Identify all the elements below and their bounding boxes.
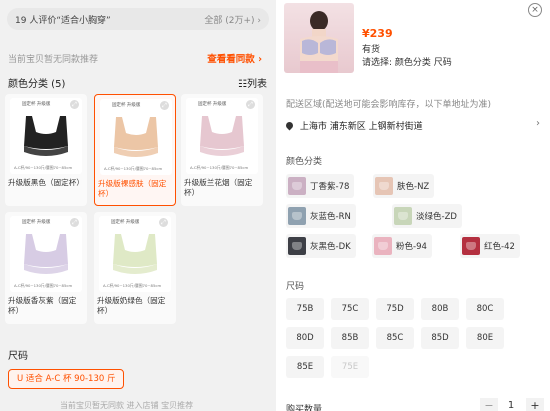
size-section-title: 尺码 (8, 351, 28, 362)
size-option-chip[interactable]: 75D (376, 298, 414, 320)
color-option-title: 颜色分类 (286, 157, 323, 167)
color-section-title: 颜色分类 (5) (8, 79, 66, 90)
color-swatch (288, 207, 306, 225)
size-option-chip[interactable]: 85C (376, 327, 414, 349)
variant-spec: A-C杯/90~130斤/腰围70~85cm (14, 283, 73, 288)
bra-shape (113, 234, 157, 267)
size-option-title: 尺码 (286, 282, 305, 292)
color-option-chip[interactable]: 红色-42 (460, 234, 520, 258)
color-option-label: 丁香紫-78 (310, 182, 350, 192)
review-all-link[interactable]: 全部 (2万+) › (204, 13, 261, 26)
color-swatch (394, 207, 412, 225)
no-recommendation-text: 当前宝贝暂无同款推荐 (8, 55, 99, 65)
variant-card[interactable]: 固定杯 升级版 ⤢ A-C杯/90~130斤/腰围70~85cm 升级版黑色（固定杯） (5, 94, 87, 206)
stock-status: 有货 (362, 45, 381, 55)
variant-card[interactable]: 固定杯 升级版 ⤢ A-C杯/90~130斤/腰围70~85cm 升级版奶绿色（固定杯… (94, 212, 176, 324)
color-swatch (375, 177, 393, 195)
quantity-label: 购买数量 (286, 405, 323, 411)
variant-card[interactable]: 固定杯 升级版 ⤢ A-C杯/90~130斤/腰围70~85cm 升级版裸感肤（固定杯… (94, 94, 176, 206)
bra-shape (114, 117, 158, 150)
color-option-label: 淡绿色-ZD (416, 212, 457, 222)
sku-selector-panel: ¥239 有货 请选择: 颜色分类 尺码 × 配送区域(配送地可能会影响库存，以… (276, 0, 550, 411)
variant-spec: A-C杯/90~130斤/腰围70~85cm (103, 283, 162, 288)
size-option-chip[interactable]: 80E (466, 327, 504, 349)
variant-gallery-panel: 19 人评价“适合小胸穿” 全部 (2万+) › 当前宝贝暂无同款推荐 查看看同… (0, 0, 276, 411)
size-option-chip[interactable]: 75C (331, 298, 369, 320)
bra-shape (24, 116, 68, 149)
size-option-chip[interactable]: 85B (331, 327, 369, 349)
size-option-chip[interactable]: 80B (421, 298, 459, 320)
variant-name: 升级版裸感肤（固定杯） (98, 179, 167, 198)
close-icon[interactable]: × (528, 3, 542, 17)
size-option-selected[interactable]: U 适合 A-C 杯 90-130 斤 (8, 369, 125, 389)
variant-image: 固定杯 升级版 ⤢ A-C杯/90~130斤/腰围70~85cm (186, 98, 258, 174)
color-option-chip[interactable]: 淡绿色-ZD (392, 204, 462, 228)
bottom-hint-text: 当前宝贝暂无同款 进入店铺 宝贝推荐 (60, 401, 194, 410)
size-option-chip[interactable]: 85E (286, 356, 324, 378)
color-option-label: 肤色-NZ (397, 182, 430, 192)
size-option-chip[interactable]: 85D (421, 327, 459, 349)
color-swatch (374, 237, 392, 255)
variant-spec: A-C杯/90~130斤/腰围70~85cm (14, 165, 73, 170)
view-similar-link[interactable]: 查看看同款 › (207, 51, 262, 65)
bra-shape (200, 116, 244, 149)
color-option-label: 灰黑色-DK (310, 242, 351, 252)
variant-spec: A-C杯/90~130斤/腰围70~85cm (104, 166, 163, 171)
color-option-chip[interactable]: 肤色-NZ (373, 174, 435, 198)
product-price: ¥239 (362, 27, 393, 40)
color-swatch (462, 237, 480, 255)
list-view-toggle[interactable]: ☷列表 (238, 75, 267, 90)
review-summary-text: 19 人评价“适合小胸穿” (15, 15, 111, 26)
color-option-chip[interactable]: 丁香紫-78 (286, 174, 355, 198)
delivery-area-hint: 配送区域(配送地可能会影响库存，以下单地址为准) (286, 100, 492, 110)
delivery-address[interactable]: 上海市 浦东新区 上钢新村街道 (284, 119, 423, 132)
color-option-chip[interactable]: 灰黑色-DK (286, 234, 356, 258)
variant-card[interactable]: 固定杯 升级版 ⤢ A-C杯/90~130斤/腰围70~85cm 升级版香灰紫（固定杯… (5, 212, 87, 324)
variant-card[interactable]: 固定杯 升级版 ⤢ A-C杯/90~130斤/腰围70~85cm 升级版兰花烟（固定杯… (181, 94, 263, 206)
size-option-chip[interactable]: 80C (466, 298, 504, 320)
color-option-chip[interactable]: 灰蓝色-RN (286, 204, 356, 228)
color-swatch (288, 237, 306, 255)
variant-name: 升级版黑色（固定杯） (8, 178, 84, 187)
quantity-minus-button[interactable]: − (480, 398, 498, 411)
quantity-value[interactable]: 1 (500, 398, 522, 411)
color-swatch (288, 177, 306, 195)
variant-name: 升级版兰花烟（固定杯） (184, 178, 253, 197)
review-summary-bar[interactable]: 19 人评价“适合小胸穿” 全部 (2万+) › (7, 8, 269, 30)
color-option-chip[interactable]: 粉色-94 (372, 234, 432, 258)
variant-image: 固定杯 升级版 ⤢ A-C杯/90~130斤/腰围70~85cm (100, 99, 172, 175)
selection-prompt: 请选择: 颜色分类 尺码 (362, 58, 452, 68)
size-option-chip: 75E (331, 356, 369, 378)
color-option-label: 粉色-94 (396, 242, 427, 252)
size-option-chip[interactable]: 75B (286, 298, 324, 320)
location-pin-icon (284, 120, 295, 131)
product-thumbnail[interactable] (284, 3, 354, 73)
variant-image: 固定杯 升级版 ⤢ A-C杯/90~130斤/腰围70~85cm (10, 98, 82, 174)
chevron-right-icon[interactable]: › (536, 118, 540, 129)
quantity-plus-button[interactable]: + (526, 398, 544, 411)
variant-image: 固定杯 升级版 ⤢ A-C杯/90~130斤/腰围70~85cm (99, 216, 171, 292)
variant-name: 升级版奶绿色（固定杯） (97, 296, 166, 315)
variant-spec: A-C杯/90~130斤/腰围70~85cm (190, 165, 249, 170)
color-option-label: 灰蓝色-RN (310, 212, 351, 222)
size-option-chip[interactable]: 80D (286, 327, 324, 349)
delivery-address-text: 上海市 浦东新区 上钢新村街道 (299, 122, 423, 132)
variant-name: 升级版香灰紫（固定杯） (8, 296, 77, 315)
color-option-label: 红色-42 (484, 242, 515, 252)
bra-shape (24, 234, 68, 267)
variant-image: 固定杯 升级版 ⤢ A-C杯/90~130斤/腰围70~85cm (10, 216, 82, 292)
